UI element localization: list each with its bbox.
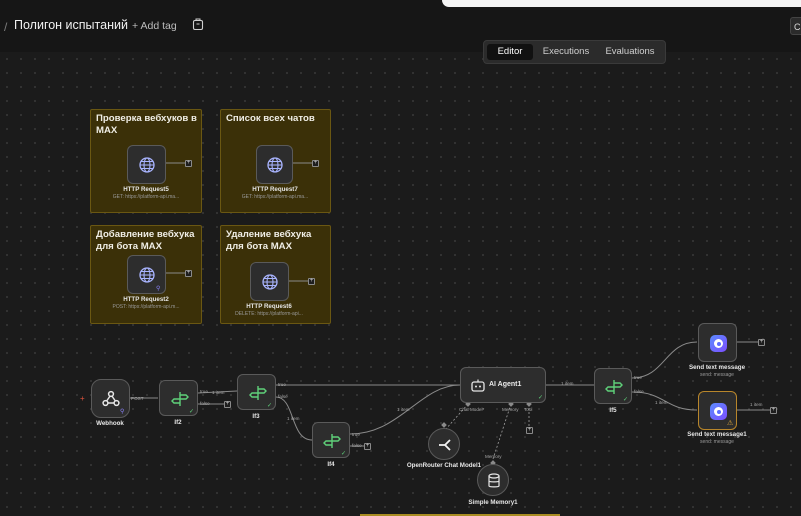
node-title: AI Agent1 (489, 381, 522, 388)
connector-label: Memory (502, 407, 519, 412)
connector-label: Tool (524, 407, 533, 412)
pin-icon: ⚲ (120, 409, 125, 415)
if5-node[interactable]: ✓ (594, 368, 632, 404)
add-tool-button[interactable]: + (526, 427, 533, 434)
node-subtitle: DELETE: https://platform-api... (235, 311, 303, 317)
globe-icon (139, 267, 155, 283)
node-subtitle: POST: https://platform-api.m... (112, 304, 180, 310)
node-title: HTTP Request5 (123, 186, 169, 193)
item-count-label: 1 item (750, 402, 763, 407)
add-node-button[interactable]: + (185, 270, 192, 277)
add-node-button[interactable]: + (224, 401, 231, 408)
if4-node[interactable]: ✓ (312, 422, 350, 458)
output-label: false (352, 443, 362, 448)
ai-agent1-node[interactable]: AI Agent1 ✓ (460, 367, 546, 403)
node-title: HTTP Request7 (252, 186, 298, 193)
node-title: Simple Memory1 (468, 499, 518, 506)
node-subtitle: send: message (700, 372, 734, 378)
globe-icon (267, 157, 283, 173)
connector-label: Memory (485, 454, 502, 459)
http-request7-node[interactable] (256, 145, 293, 184)
node-subtitle: GET: https://platform-api.ma... (241, 194, 309, 200)
output-label: true (352, 432, 360, 437)
warning-icon: ⚠ (727, 420, 734, 427)
if2-node[interactable]: ✓ (159, 380, 198, 416)
node-title: If5 (609, 407, 617, 414)
tab-executions[interactable]: Executions (536, 44, 596, 60)
add-tag-button[interactable]: + Add tag (132, 20, 177, 32)
item-count-label: 1 item (212, 390, 225, 395)
top-bar: / Полигон испытаний + Add tag C (0, 0, 801, 53)
robot-icon (471, 379, 485, 392)
success-check-icon: ✓ (189, 409, 195, 415)
database-icon (488, 473, 500, 488)
node-title: If3 (252, 413, 260, 420)
node-title: Webhook (96, 420, 124, 427)
globe-icon (139, 157, 155, 173)
add-node-button[interactable]: + (770, 407, 777, 414)
max-messenger-icon (710, 335, 727, 352)
item-count-label: 1 item (287, 416, 300, 421)
simple-memory1-node[interactable] (477, 464, 509, 496)
webhook-icon (102, 390, 120, 407)
add-node-button[interactable]: + (758, 339, 765, 346)
workflow-title[interactable]: Полигон испытаний (14, 18, 128, 32)
overlay-panel-edge (442, 0, 801, 7)
overflow-button[interactable]: C (790, 17, 801, 35)
add-node-button[interactable]: + (308, 278, 315, 285)
sticky-note-title: Список всех чатов (226, 113, 315, 124)
item-count-label: 1 item (655, 400, 668, 405)
success-check-icon: ✓ (623, 397, 629, 403)
node-title: OpenRouter Chat Model1 (406, 462, 482, 469)
http-request5-node[interactable] (127, 145, 166, 184)
max-messenger-icon (710, 403, 727, 420)
sticky-note-title: Добавление вебхука для бота MAX (96, 229, 195, 252)
output-label: false (634, 389, 644, 394)
pin-icon: ⚲ (156, 286, 161, 292)
output-label: true (200, 389, 208, 394)
tab-editor[interactable]: Editor (487, 44, 533, 60)
http-request2-node[interactable]: ⚲ (127, 255, 166, 294)
branch-icon (171, 392, 189, 406)
node-title: If4 (327, 461, 335, 468)
output-label: false (278, 394, 288, 399)
output-label: true (278, 382, 286, 387)
view-tabs: Editor Executions Evaluations (483, 40, 666, 64)
add-node-button[interactable]: + (185, 160, 192, 167)
add-node-button[interactable]: + (312, 160, 319, 167)
if3-node[interactable]: ✓ (237, 374, 276, 410)
success-check-icon: ✓ (538, 395, 544, 401)
node-title: If2 (174, 419, 182, 426)
output-label: false (200, 401, 210, 406)
branch-icon (323, 434, 341, 448)
node-title: Send text message1 (687, 431, 747, 438)
node-title: HTTP Request6 (246, 303, 292, 310)
item-count-label: 1 item (561, 381, 574, 386)
node-title: Send text message (688, 364, 746, 371)
openrouter-chat-model1-node[interactable] (428, 428, 460, 460)
node-subtitle: GET: https://platform-api.ma... (112, 194, 180, 200)
webhook-node[interactable]: ⚲ (91, 379, 130, 418)
openrouter-icon (439, 439, 451, 451)
send-text-message-node[interactable] (698, 323, 737, 362)
globe-icon (262, 274, 278, 290)
branch-icon (605, 380, 623, 394)
item-count-label: 1 item (397, 407, 410, 412)
sticky-note-title: Проверка вебхуков в MAX (96, 113, 197, 136)
success-check-icon: ✓ (267, 403, 273, 409)
archive-icon[interactable] (192, 18, 204, 31)
breadcrumb-separator: / (4, 20, 8, 34)
http-request6-node[interactable] (250, 262, 289, 301)
branch-icon (249, 386, 267, 400)
sticky-note-title: Удаление вебхука для бота MAX (226, 229, 312, 252)
node-title: HTTP Request2 (123, 296, 169, 303)
node-subtitle: send: message (700, 439, 734, 445)
connector-label: Chat Model* (459, 407, 485, 412)
output-label: true (634, 375, 642, 380)
add-node-button[interactable]: + (364, 443, 371, 450)
output-label: POST (131, 396, 144, 401)
success-check-icon: ✓ (341, 451, 347, 457)
send-text-message1-node[interactable]: ⚠ (698, 391, 737, 430)
tab-evaluations[interactable]: Evaluations (598, 44, 662, 60)
